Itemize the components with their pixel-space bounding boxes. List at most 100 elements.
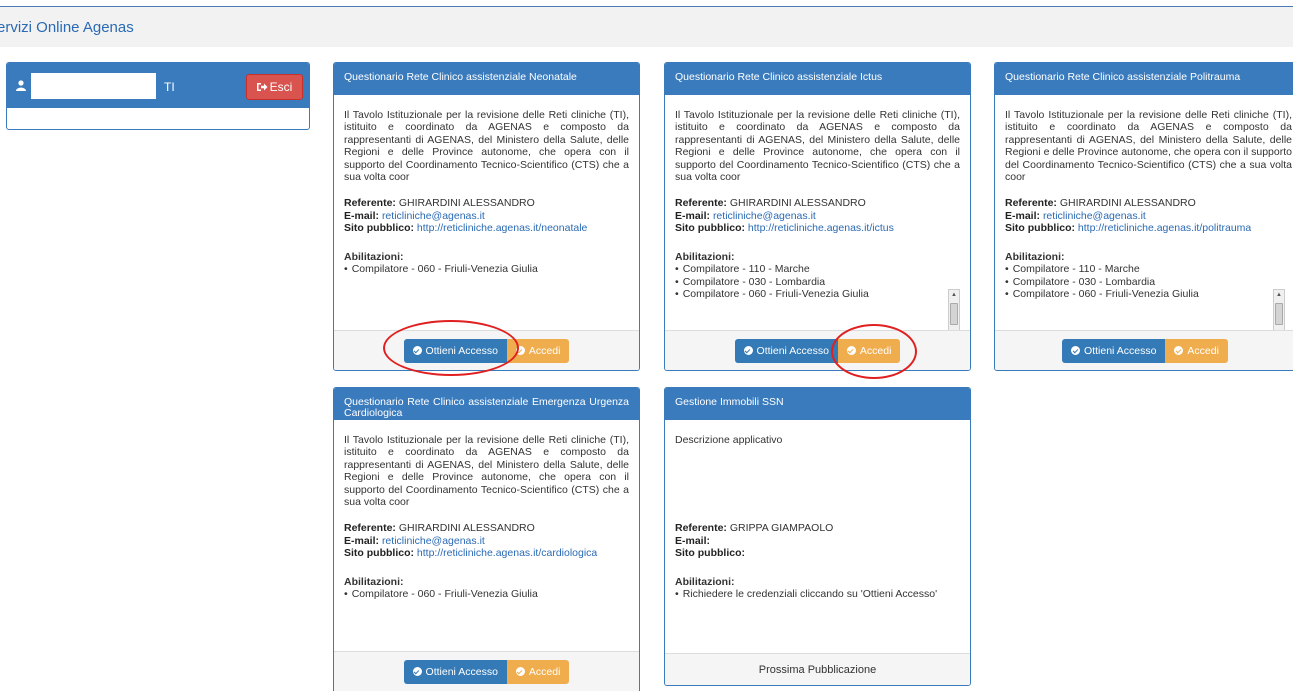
- check-circle-icon: [743, 346, 753, 355]
- check-circle-icon: [515, 667, 525, 676]
- referente-line: Referente: GRIPPA GIAMPAOLO: [675, 522, 960, 535]
- accedi-label: Accedi: [1187, 344, 1219, 357]
- ottieni-accesso-button[interactable]: Ottieni Accesso: [403, 659, 507, 684]
- referente-line: Referente: GHIRARDINI ALESSANDRO: [675, 197, 960, 210]
- email-link[interactable]: reticliniche@agenas.it: [1043, 210, 1146, 222]
- ottieni-accesso-label: Ottieni Accesso: [756, 344, 829, 357]
- service-card-gestione-immobili: Gestione Immobili SSN Descrizione applic…: [664, 387, 971, 686]
- referente-value: GRIPPA GIAMPAOLO: [729, 522, 834, 534]
- email-line: E-mail: reticliniche@agenas.it: [344, 535, 629, 548]
- site-link[interactable]: http://reticliniche.agenas.it/ictus: [748, 222, 894, 234]
- accedi-button[interactable]: Accedi: [837, 338, 901, 363]
- card-title: Gestione Immobili SSN: [665, 388, 970, 420]
- abilitazioni-label: Abilitazioni:: [675, 250, 735, 263]
- site-link[interactable]: http://reticliniche.agenas.it/cardiologi…: [417, 547, 597, 559]
- scroll-up-icon[interactable]: ▲: [949, 290, 959, 301]
- abilitazioni-list: Compilatore - 110 - Marche Compilatore -…: [675, 263, 960, 301]
- card-footer: Ottieni Accesso Accedi: [334, 651, 639, 691]
- email-link[interactable]: reticliniche@agenas.it: [382, 210, 485, 222]
- referente-value: GHIRARDINI ALESSANDRO: [398, 522, 535, 534]
- site-line: Sito pubblico: http://reticliniche.agena…: [344, 547, 629, 560]
- card-footer: Ottieni Accesso Accedi: [665, 330, 970, 370]
- referente-label: Referente:: [675, 522, 727, 534]
- abilitazioni-label: Abilitazioni:: [675, 575, 735, 588]
- service-card-cardiologica: Questionario Rete Clinico assistenziale …: [333, 387, 640, 691]
- ottieni-accesso-button[interactable]: Ottieni Accesso: [403, 338, 507, 363]
- user-name-redacted: [31, 73, 156, 99]
- email-line: E-mail: reticliniche@agenas.it: [675, 210, 960, 223]
- page-header: ervizi Online Agenas: [0, 7, 1293, 47]
- referente-label: Referente:: [344, 197, 396, 209]
- email-line: E-mail: reticliniche@agenas.it: [344, 210, 629, 223]
- abilitazione-item: Compilatore - 060 - Friuli-Venezia Giuli…: [1005, 288, 1292, 301]
- email-label: E-mail:: [344, 209, 380, 222]
- ottieni-accesso-button[interactable]: Ottieni Accesso: [734, 338, 838, 363]
- accedi-label: Accedi: [528, 344, 561, 357]
- email-label: E-mail:: [675, 534, 711, 547]
- abilitazione-item: Compilatore - 060 - Friuli-Venezia Giuli…: [675, 288, 960, 301]
- logout-button[interactable]: Esci: [246, 74, 303, 100]
- card-description: Il Tavolo Istituzionale per la revisione…: [675, 109, 960, 184]
- user-panel-header: TI Esci: [7, 63, 309, 108]
- accedi-button[interactable]: Accedi: [1165, 338, 1228, 363]
- ottieni-accesso-label: Ottieni Accesso: [1084, 344, 1157, 357]
- abilitazioni-list: Compilatore - 060 - Friuli-Venezia Giuli…: [344, 588, 629, 601]
- accedi-label: Accedi: [528, 665, 561, 678]
- logout-label: Esci: [269, 80, 293, 94]
- prossima-pubblicazione-label: Prossima Pubblicazione: [758, 663, 877, 676]
- accedi-label: Accedi: [859, 344, 892, 357]
- service-card-ictus: Questionario Rete Clinico assistenziale …: [664, 62, 971, 371]
- check-circle-icon: [1071, 346, 1081, 355]
- referente-line: Referente: GHIRARDINI ALESSANDRO: [344, 197, 629, 210]
- abilitazione-item: Compilatore - 110 - Marche: [1005, 263, 1292, 276]
- abilitazioni-label: Abilitazioni:: [344, 575, 404, 588]
- abilitazione-item: Compilatore - 030 - Lombardia: [675, 276, 960, 289]
- card-description: Il Tavolo Istituzionale per la revisione…: [344, 109, 629, 184]
- referente-label: Referente:: [1005, 197, 1057, 209]
- abilitazione-item: Compilatore - 110 - Marche: [675, 263, 960, 276]
- site-line: Sito pubblico: http://reticliniche.agena…: [1005, 222, 1292, 235]
- referente-label: Referente:: [675, 197, 727, 209]
- referente-value: GHIRARDINI ALESSANDRO: [729, 197, 866, 209]
- check-circle-icon: [412, 667, 422, 676]
- referente-label: Referente:: [344, 522, 396, 534]
- abilitazione-item: Compilatore - 030 - Lombardia: [1005, 276, 1292, 289]
- scroll-thumb[interactable]: [1275, 303, 1283, 325]
- referente-value: GHIRARDINI ALESSANDRO: [1059, 197, 1196, 209]
- card-title: Questionario Rete Clinico assistenziale …: [665, 63, 970, 95]
- referente-line: Referente: GHIRARDINI ALESSANDRO: [344, 522, 629, 535]
- site-link[interactable]: http://reticliniche.agenas.it/neonatale: [417, 222, 587, 234]
- site-label: Sito pubblico:: [675, 547, 745, 559]
- abilitazione-item: Richiedere le credenziali cliccando su '…: [675, 588, 960, 601]
- email-line: E-mail:: [675, 535, 960, 548]
- email-link[interactable]: reticliniche@agenas.it: [713, 210, 816, 222]
- email-label: E-mail:: [675, 209, 711, 222]
- card-footer: Ottieni Accesso Accedi: [995, 330, 1293, 370]
- abilitazioni-label: Abilitazioni:: [1005, 250, 1065, 263]
- service-card-neonatale: Questionario Rete Clinico assistenziale …: [333, 62, 640, 371]
- abilitazioni-list: Richiedere le credenziali cliccando su '…: [675, 588, 960, 601]
- card-footer: Prossima Pubblicazione: [665, 653, 970, 685]
- abilitazioni-label: Abilitazioni:: [344, 250, 404, 263]
- scroll-up-icon[interactable]: ▲: [1274, 290, 1284, 301]
- email-label: E-mail:: [344, 534, 380, 547]
- card-footer: Ottieni Accesso Accedi: [334, 330, 639, 370]
- accedi-button[interactable]: Accedi: [506, 338, 570, 363]
- ottieni-accesso-label: Ottieni Accesso: [425, 344, 498, 357]
- card-description: Il Tavolo Istituzionale per la revisione…: [1005, 109, 1292, 184]
- card-title: Questionario Rete Clinico assistenziale …: [334, 388, 639, 420]
- email-line: E-mail: reticliniche@agenas.it: [1005, 210, 1292, 223]
- accedi-button[interactable]: Accedi: [506, 659, 570, 684]
- ottieni-accesso-button[interactable]: Ottieni Accesso: [1062, 338, 1166, 363]
- user-panel: TI Esci: [6, 62, 310, 130]
- sign-out-icon: [256, 83, 268, 91]
- brand-title[interactable]: ervizi Online Agenas: [0, 19, 134, 36]
- check-circle-icon: [515, 346, 525, 355]
- site-line: Sito pubblico: http://reticliniche.agena…: [675, 222, 960, 235]
- site-label: Sito pubblico:: [344, 222, 414, 234]
- scroll-thumb[interactable]: [950, 303, 958, 325]
- site-line: Sito pubblico:: [675, 547, 960, 560]
- site-link[interactable]: http://reticliniche.agenas.it/politrauma: [1078, 222, 1251, 234]
- abilitazioni-list: Compilatore - 110 - Marche Compilatore -…: [1005, 263, 1292, 301]
- email-link[interactable]: reticliniche@agenas.it: [382, 535, 485, 547]
